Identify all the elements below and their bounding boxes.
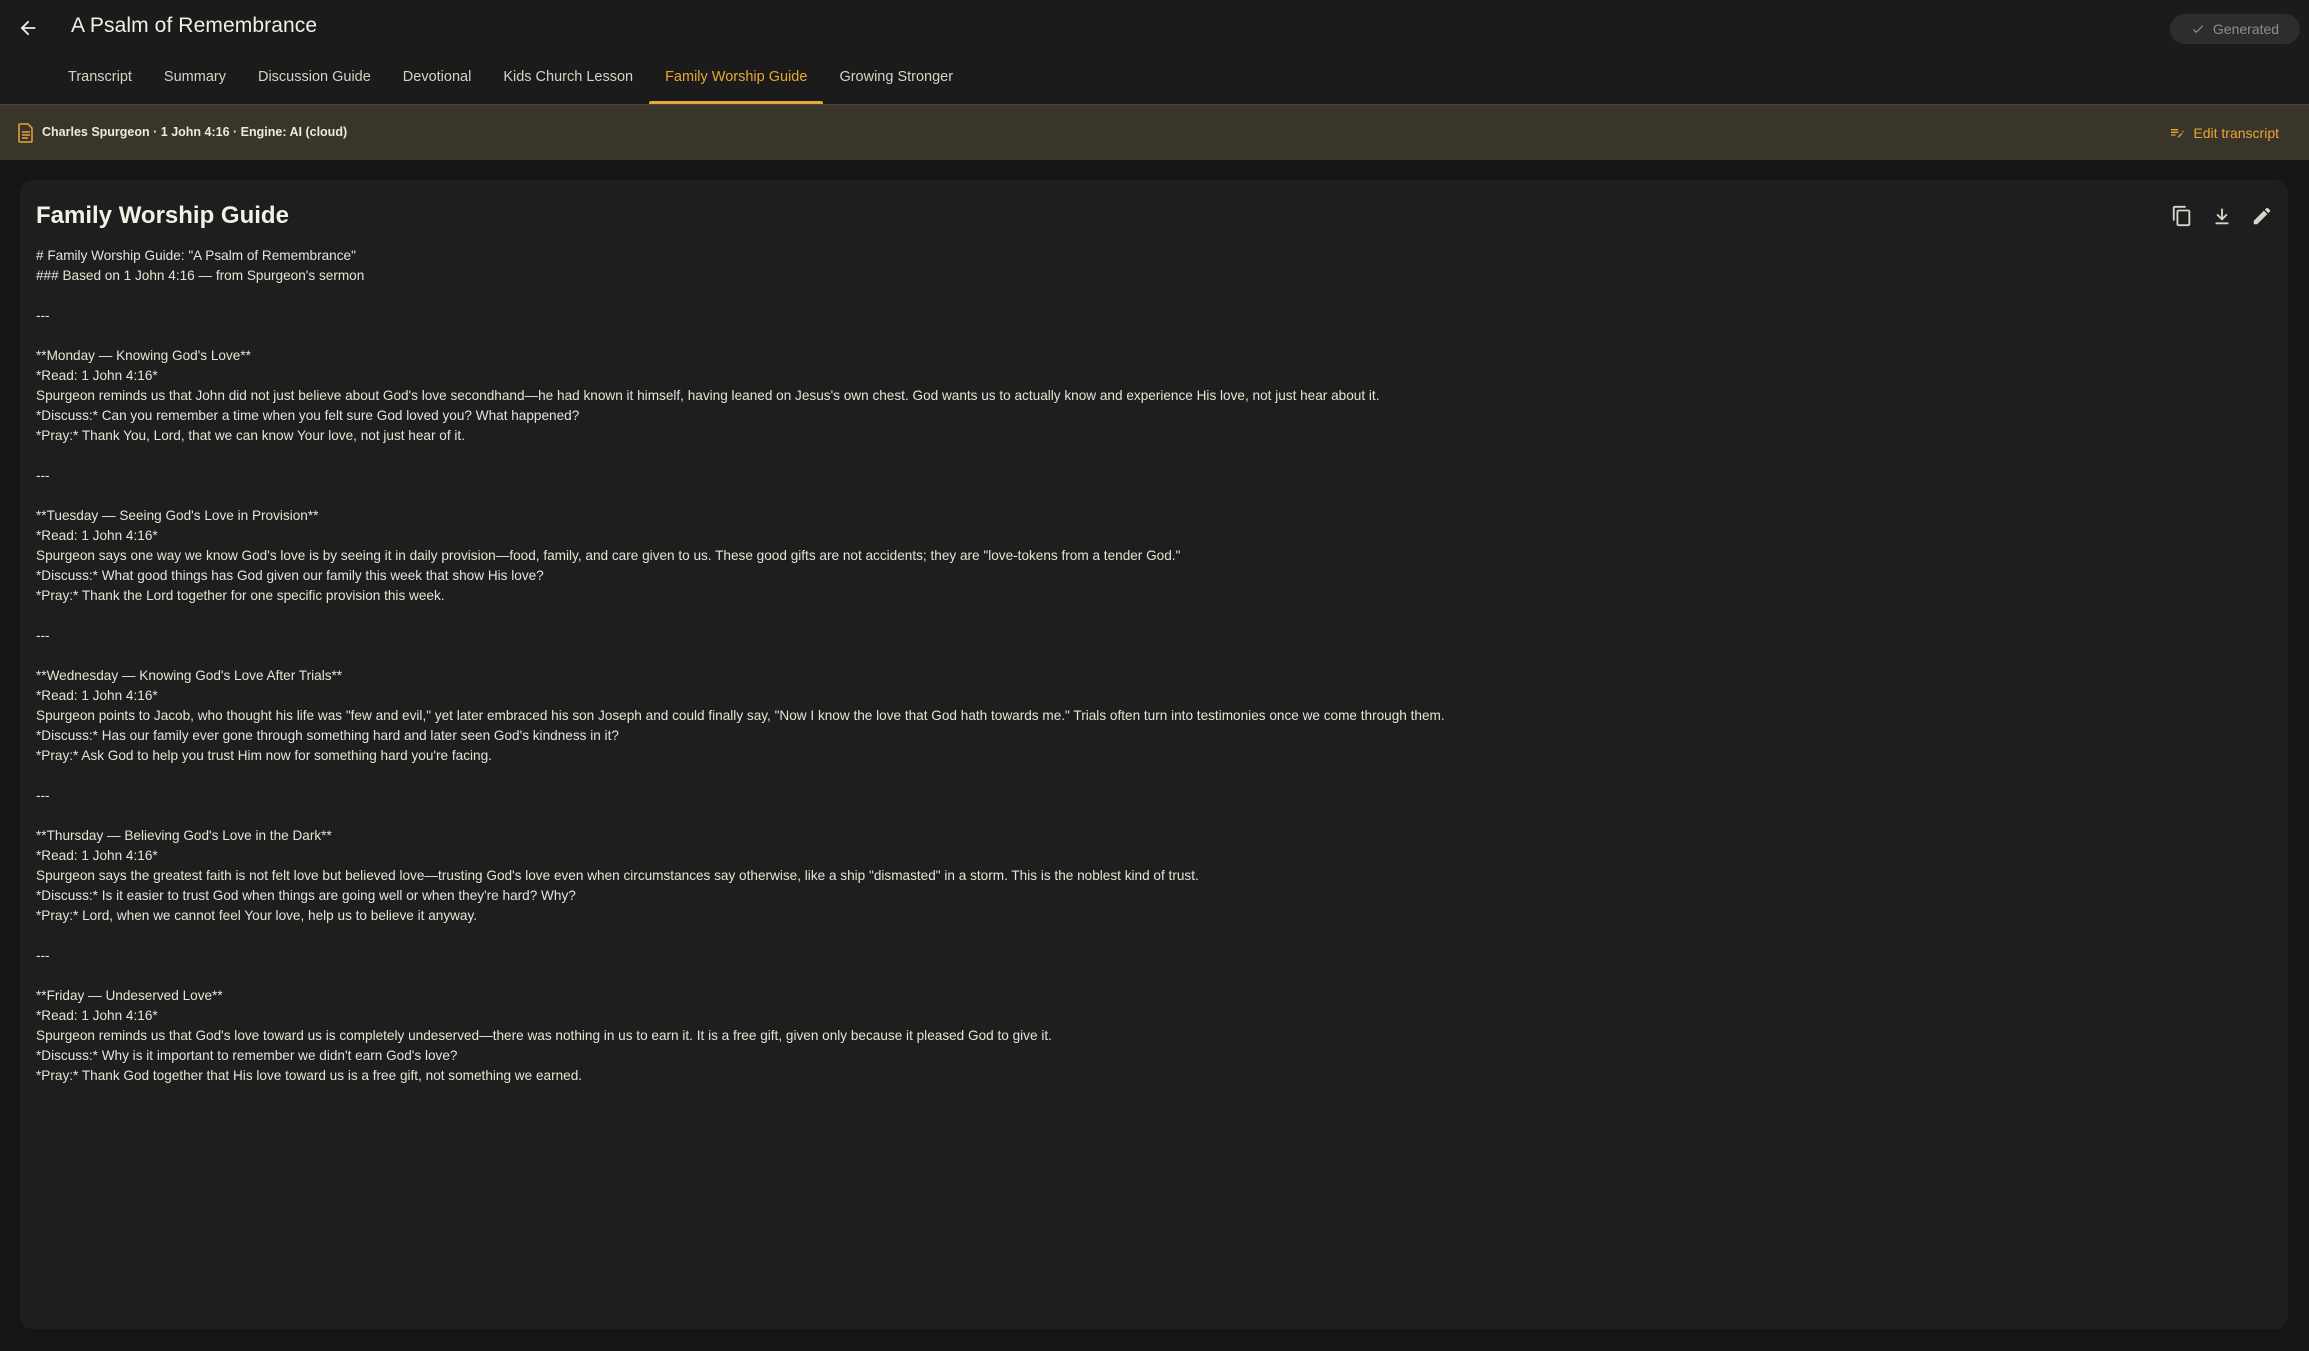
download-icon [2215,208,2229,225]
back-button[interactable] [10,10,46,46]
arrow-back-icon [20,20,36,36]
source-meta: Charles Spurgeon · 1 John 4:16 · Engine:… [42,125,348,139]
tab-discussion-guide[interactable]: Discussion Guide [242,60,387,104]
card-actions [2166,200,2278,232]
text-line: Spurgeon reminds us that John did not ju… [36,388,1380,403]
copy-icon [2172,205,2191,227]
text-line: *Read: 1 John 4:16* [36,368,158,383]
source-info-bar: Charles Spurgeon · 1 John 4:16 · Engine:… [0,104,2309,160]
text-line: *Pray:* Thank You, Lord, that we can kno… [36,428,465,443]
tab-growing-stronger[interactable]: Growing Stronger [823,60,969,104]
text-line: **Wednesday — Knowing God's Love After T… [36,668,343,683]
text-line [36,806,2236,826]
text-line: Spurgeon says the greatest faith is not … [36,868,1199,883]
text-line: Spurgeon points to Jacob, who thought hi… [36,708,1445,723]
tab-transcript[interactable]: Transcript [52,60,148,104]
text-line: *Pray:* Lord, when we cannot feel Your l… [36,908,478,923]
top-app-bar: A Psalm of Remembrance Generated Transcr… [0,0,2309,104]
text-line: *Discuss:* Is it easier to trust God whe… [36,888,576,903]
card-title: Family Worship Guide [36,202,289,229]
text-line: *Read: 1 John 4:16* [36,528,158,543]
text-line: *Read: 1 John 4:16* [36,1008,158,1023]
page-title: A Psalm of Remembrance [71,14,318,37]
text-line: Spurgeon says one way we know God's love… [36,548,1181,563]
tab-bar: Transcript Summary Discussion Guide Devo… [52,60,969,104]
tab-family-worship-guide[interactable]: Family Worship Guide [649,60,824,104]
text-line: --- [36,468,50,483]
guide-text: # Family Worship Guide: "A Psalm of Reme… [36,246,2236,1086]
text-line [36,766,2236,786]
text-line: --- [36,788,50,803]
text-line: --- [36,628,50,643]
content-card: Family Worship Guide # Family Worship Gu… [20,180,2288,1329]
text-line [36,646,2236,666]
text-line [36,446,2236,466]
text-line: # Family Worship Guide: "A Psalm of Reme… [36,248,356,263]
edit-transcript-button[interactable]: Edit transcript [2169,119,2279,147]
pencil-icon [2253,207,2271,225]
text-line: *Read: 1 John 4:16* [36,688,158,703]
text-line [36,926,2236,946]
text-line: *Discuss:* What good things has God give… [36,568,544,583]
text-line [36,966,2236,986]
text-line [36,326,2236,346]
text-line: *Read: 1 John 4:16* [36,848,158,863]
download-button[interactable] [2206,200,2238,232]
text-line: --- [36,308,50,323]
status-badge: Generated [2170,14,2300,44]
text-line: ### Based on 1 John 4:16 — from Spurgeon… [36,268,365,283]
text-line [36,286,2236,306]
text-line: --- [36,948,50,963]
text-line [36,486,2236,506]
edit-button[interactable] [2246,200,2278,232]
text-line: *Pray:* Thank God together that His love… [36,1068,583,1083]
edit-note-icon [2171,129,2185,138]
text-line [36,606,2236,626]
text-line: *Discuss:* Can you remember a time when … [36,408,580,423]
text-line: **Monday — Knowing God's Love** [36,348,251,363]
text-line: **Thursday — Believing God's Love in the… [36,828,332,843]
tab-kids-church-lesson[interactable]: Kids Church Lesson [487,60,649,104]
text-line: *Discuss:* Has our family ever gone thro… [36,728,619,743]
tab-summary[interactable]: Summary [148,60,242,104]
text-line: *Pray:* Thank the Lord together for one … [36,588,445,603]
text-line: **Tuesday — Seeing God's Love in Provisi… [36,508,319,523]
copy-button[interactable] [2166,200,2198,232]
tab-devotional[interactable]: Devotional [387,60,488,104]
status-badge-label: Generated [2212,21,2280,37]
document-icon [18,123,33,143]
edit-transcript-label: Edit transcript [2193,125,2279,141]
text-line: *Pray:* Ask God to help you trust Him no… [36,748,492,763]
text-line: *Discuss:* Why is it important to rememb… [36,1048,458,1063]
check-icon [2192,25,2204,34]
text-line: **Friday — Undeserved Love** [36,988,223,1003]
text-line: Spurgeon reminds us that God's love towa… [36,1028,1052,1043]
